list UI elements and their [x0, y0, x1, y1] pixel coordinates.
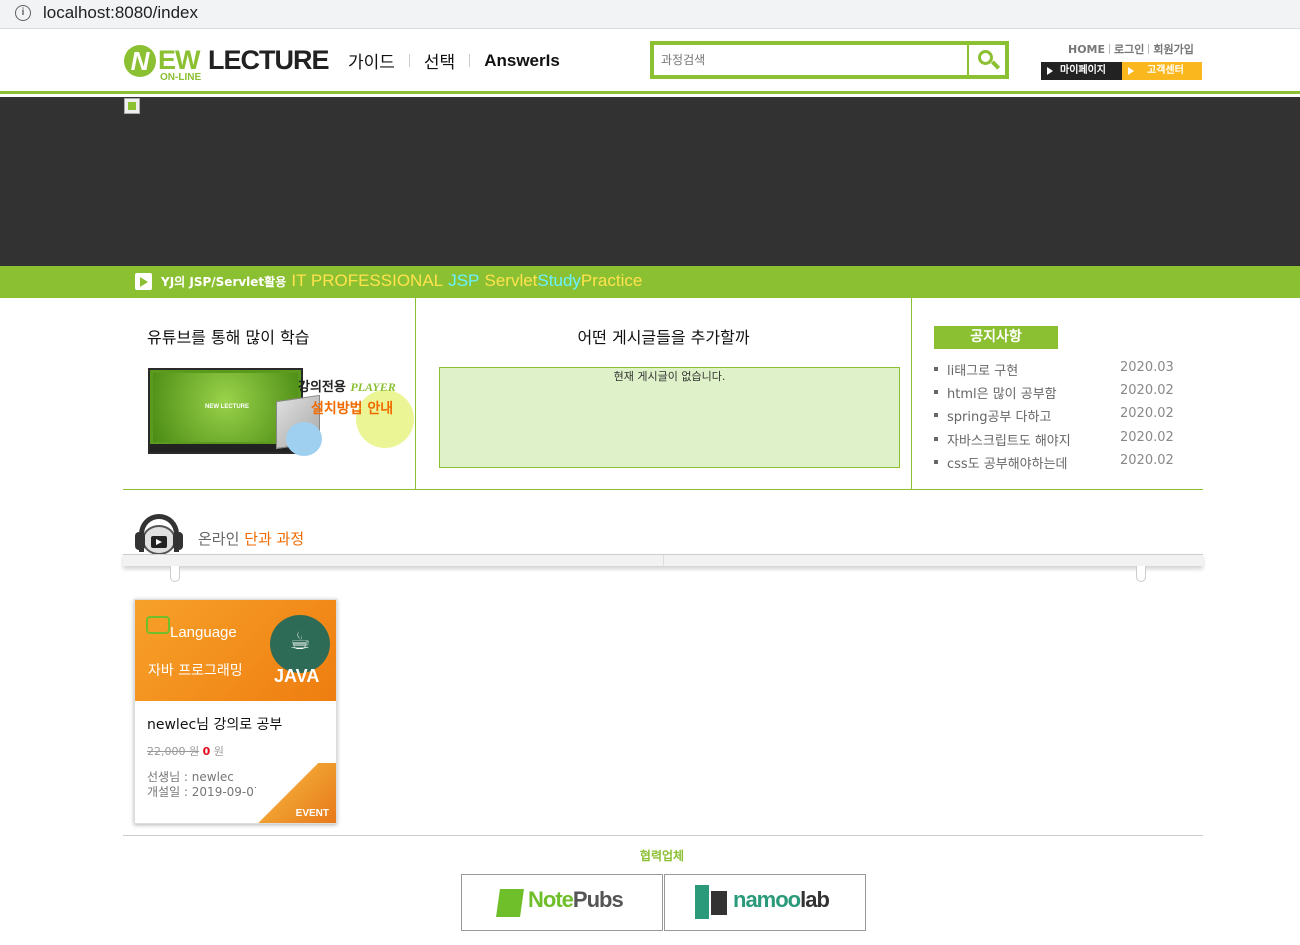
signup-link[interactable]: 회원가입 [1153, 41, 1193, 57]
course-price: 22,000 원 0 원 [147, 745, 224, 758]
course-shelf [123, 554, 1203, 582]
site-header: N EW LECTURE ON-LINE 가이드 선택 AnswerIs HOM… [0, 30, 1300, 94]
util-divider [1109, 44, 1111, 54]
player-install-banner[interactable]: NEW LECTURE 강의전용 PLAYER 설치방법 안내 [148, 368, 414, 456]
event-ribbon: EVENT [256, 763, 336, 823]
thumb-korean-title: 자바 프로그래밍 [148, 663, 243, 679]
notice-list: li태그로 구현 2020.03 html은 많이 공부함 2020.02 spri… [934, 360, 1184, 476]
notice-item[interactable]: spring공부 다하고 2020.02 [934, 406, 1184, 429]
nav-divider [469, 54, 471, 67]
partners-divider [123, 835, 1203, 836]
course-title[interactable]: newlec님 강의로 공부 [147, 714, 282, 734]
notice-item[interactable]: html은 많이 공부함 2020.02 [934, 383, 1184, 406]
notice-section: 공지사항 li태그로 구현 2020.03 html은 많이 공부함 2020.02… [912, 298, 1203, 489]
broken-image-icon [124, 98, 140, 114]
nav-divider [408, 54, 410, 67]
banner-jsp: JSP [448, 271, 480, 290]
arrow-right-icon [1047, 67, 1053, 75]
info-banner: YJ의 JSP/Servlet활용 IT PROFESSIONAL JSP Se… [0, 266, 1300, 298]
search-icon-handle [990, 60, 1001, 70]
util-links: HOME 로그인 회원가입 [1068, 41, 1194, 57]
headset-icon [135, 514, 183, 558]
youtube-title: 유튜브를 통해 많이 학습 [147, 328, 310, 347]
play-icon [135, 273, 152, 290]
util-divider [1148, 44, 1150, 54]
thumb-java: JAVA [274, 666, 320, 686]
login-link[interactable]: 로그인 [1114, 41, 1144, 57]
board-empty-message: 현재 게시글이 없습니다. [439, 367, 900, 468]
search-button[interactable] [967, 45, 1005, 75]
banner-servlet: Servlet [484, 271, 538, 290]
notice-item[interactable]: 자바스크립트도 해야지 2020.02 [934, 430, 1184, 453]
logo-lecture-text: LECTURE [208, 45, 329, 75]
course-search [650, 41, 1009, 79]
search-input[interactable] [656, 47, 970, 73]
course-meta: 선생님 : newlec 개설일 : 2019-09-07 [147, 770, 262, 800]
mypage-button[interactable]: 마이페이지 [1041, 62, 1122, 80]
notice-item[interactable]: css도 공부해야하는데 2020.02 [934, 453, 1184, 476]
browser-address-bar[interactable]: i localhost:8080/index [0, 0, 1300, 29]
nav-select[interactable]: 선택 [424, 48, 455, 73]
partner-logos: NotePubs namoolab [461, 874, 866, 931]
banner-study: Study [537, 271, 581, 290]
namoolab-logo[interactable]: namoolab [664, 874, 866, 931]
online-courses-header: 온라인 단과 과정 [123, 507, 1203, 587]
customer-center-button[interactable]: 고객센터 [1122, 62, 1202, 80]
partners-title: 협력업체 [639, 849, 685, 863]
board-section: 어떤 게시글들을 추가할까 현재 게시글이 없습니다. [416, 298, 912, 489]
nav-guide[interactable]: 가이드 [348, 48, 395, 73]
main-visual [0, 97, 1300, 266]
notice-item[interactable]: li태그로 구현 2020.03 [934, 360, 1184, 383]
player-screen-label: NEW LECTURE [205, 404, 249, 410]
info-icon[interactable]: i [15, 5, 31, 21]
course-thumbnail[interactable]: Language 자바 프로그래밍 ☕ JAVA [135, 600, 336, 701]
customer-center-label: 고객센터 [1147, 65, 1184, 76]
logo-n-mark: N [124, 45, 156, 77]
thumb-language: Language [170, 624, 237, 641]
main-nav: 가이드 선택 AnswerIs [348, 48, 560, 74]
player-line2: 설치방법 안내 [311, 401, 394, 417]
course-teacher: 선생님 : newlec [147, 770, 234, 784]
banner-practice: Practice [580, 271, 643, 290]
url-text[interactable]: localhost:8080/index [43, 3, 198, 23]
banner-text: YJ의 JSP/Servlet활용 IT PROFESSIONAL JSP Se… [161, 271, 642, 291]
site-logo[interactable]: N EW LECTURE ON-LINE [124, 43, 334, 85]
disc-icon [286, 422, 322, 456]
logo-subtitle: ON-LINE [160, 72, 202, 83]
notepubs-icon [496, 889, 524, 917]
board-title: 어떤 게시글들을 추가할까 [577, 328, 750, 347]
home-link[interactable]: HOME [1068, 43, 1105, 56]
mypage-label: 마이페이지 [1060, 65, 1106, 76]
namoolab-icon [695, 885, 727, 919]
banner-it: IT PROFESSIONAL [291, 271, 444, 290]
notepubs-logo[interactable]: NotePubs [461, 874, 663, 931]
online-title: 온라인 단과 과정 [198, 530, 305, 548]
arrow-right-icon [1128, 67, 1134, 75]
notice-title[interactable]: 공지사항 [934, 326, 1058, 349]
speech-bubble-icon [146, 616, 170, 634]
banner-prefix: YJ의 JSP/Servlet활용 [161, 275, 287, 289]
player-line1: 강의전용 PLAYER [298, 380, 396, 395]
course-card[interactable]: Language 자바 프로그래밍 ☕ JAVA newlec님 강의로 공부 … [134, 599, 337, 824]
nav-answeris[interactable]: AnswerIs [484, 51, 560, 71]
course-opened: 개설일 : 2019-09-07 [147, 785, 262, 799]
youtube-section: 유튜브를 통해 많이 학습 NEW LECTURE 강의전용 PLAYER 설치… [123, 298, 416, 489]
java-cup-icon: ☕ [270, 615, 330, 673]
content-columns: 유튜브를 통해 많이 학습 NEW LECTURE 강의전용 PLAYER 설치… [123, 298, 1203, 490]
